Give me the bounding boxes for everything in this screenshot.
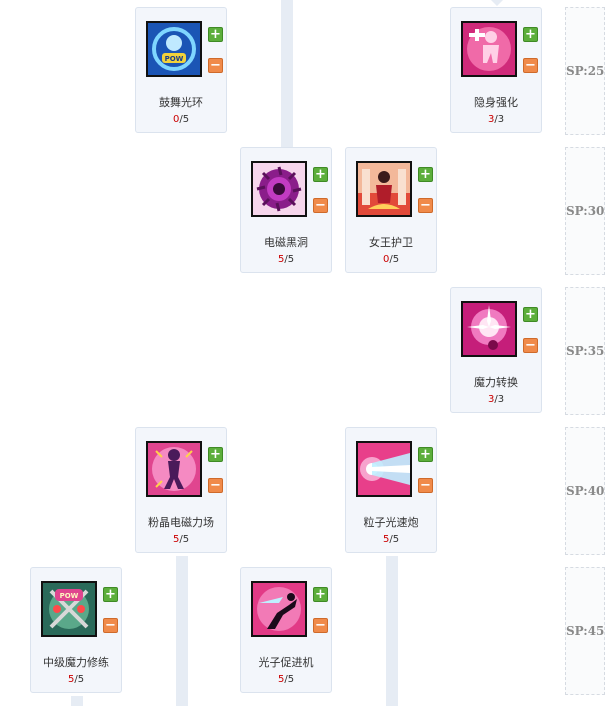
add-point-button[interactable]: + (418, 167, 433, 182)
remove-point-button[interactable]: − (208, 478, 223, 493)
remove-point-button[interactable]: − (523, 338, 538, 353)
add-point-button[interactable]: + (103, 587, 118, 602)
remove-point-button[interactable]: − (208, 58, 223, 73)
skill-card-yinshen: + − 隐身强化 3/3 (450, 7, 542, 133)
remove-point-button[interactable]: − (523, 58, 538, 73)
sp-tier-40: SP:40 (565, 427, 605, 555)
skill-name: 光子促进机 (258, 656, 314, 669)
skill-card-guwu: POW + − 鼓舞光环 0/5 (135, 7, 227, 133)
svg-text:POW: POW (165, 55, 184, 63)
skill-name: 电磁黑洞 (264, 236, 308, 249)
add-point-button[interactable]: + (523, 27, 538, 42)
pink-field-icon[interactable] (146, 441, 202, 497)
remove-point-button[interactable]: − (313, 198, 328, 213)
skill-card-zhongji: POW + − 中级魔力修练 5/5 (30, 567, 122, 693)
svg-text:POW: POW (60, 592, 79, 600)
remove-point-button[interactable]: − (313, 618, 328, 633)
skill-card-dianci: + − 电磁黑洞 5/5 (240, 147, 332, 273)
skill-card-guangzi: + − 光子促进机 5/5 (240, 567, 332, 693)
sp-tier-45: SP:45 (565, 567, 605, 695)
add-point-button[interactable]: + (313, 587, 328, 602)
skill-name: 魔力转换 (474, 376, 518, 389)
tree-connector (281, 0, 293, 148)
skill-level: 5/5 (67, 674, 85, 685)
skill-level: 5/5 (277, 254, 295, 265)
photon-kick-icon[interactable] (251, 581, 307, 637)
connector-arrow (281, 138, 293, 146)
skill-card-nvwang: + − 女王护卫 0/5 (345, 147, 437, 273)
sp-tier-25: SP:25 (565, 7, 605, 135)
skill-level: 5/5 (277, 674, 295, 685)
remove-point-button[interactable]: − (103, 618, 118, 633)
sp-tier-30: SP:30 (565, 147, 605, 275)
magic-burst-icon[interactable] (461, 301, 517, 357)
queen-guard-icon[interactable] (356, 161, 412, 217)
add-point-button[interactable]: + (523, 307, 538, 322)
remove-point-button[interactable]: − (418, 198, 433, 213)
skill-name: 粒子光速炮 (363, 516, 419, 529)
black-hole-icon[interactable] (251, 161, 307, 217)
skill-level: 3/3 (487, 394, 505, 405)
tree-connector (71, 696, 83, 706)
skill-level: 5/5 (382, 534, 400, 545)
add-point-button[interactable]: + (208, 447, 223, 462)
skill-card-lizi: + − 粒子光速炮 5/5 (345, 427, 437, 553)
pow-swords-icon[interactable]: POW (41, 581, 97, 637)
skill-level: 0/5 (172, 114, 190, 125)
pow-ring-icon[interactable]: POW (146, 21, 202, 77)
skill-name: 女王护卫 (369, 236, 413, 249)
sp-tier-35: SP:35 (565, 287, 605, 415)
skill-level: 3/3 (487, 114, 505, 125)
skill-name: 隐身强化 (474, 96, 518, 109)
particle-beam-icon[interactable] (356, 441, 412, 497)
skill-card-fenjing: + − 粉晶电磁力场 5/5 (135, 427, 227, 553)
skill-level: 5/5 (172, 534, 190, 545)
skill-name: 中级魔力修练 (43, 656, 109, 669)
skill-level: 0/5 (382, 254, 400, 265)
tree-connector (176, 556, 188, 706)
add-point-button[interactable]: + (418, 447, 433, 462)
skill-name: 鼓舞光环 (159, 96, 203, 109)
skill-name: 粉晶电磁力场 (148, 516, 214, 529)
connector-arrow (491, 0, 503, 6)
add-point-button[interactable]: + (313, 167, 328, 182)
add-point-button[interactable]: + (208, 27, 223, 42)
tree-connector (386, 556, 398, 706)
stealth-figure-icon[interactable] (461, 21, 517, 77)
skill-card-moli: + − 魔力转换 3/3 (450, 287, 542, 413)
remove-point-button[interactable]: − (418, 478, 433, 493)
